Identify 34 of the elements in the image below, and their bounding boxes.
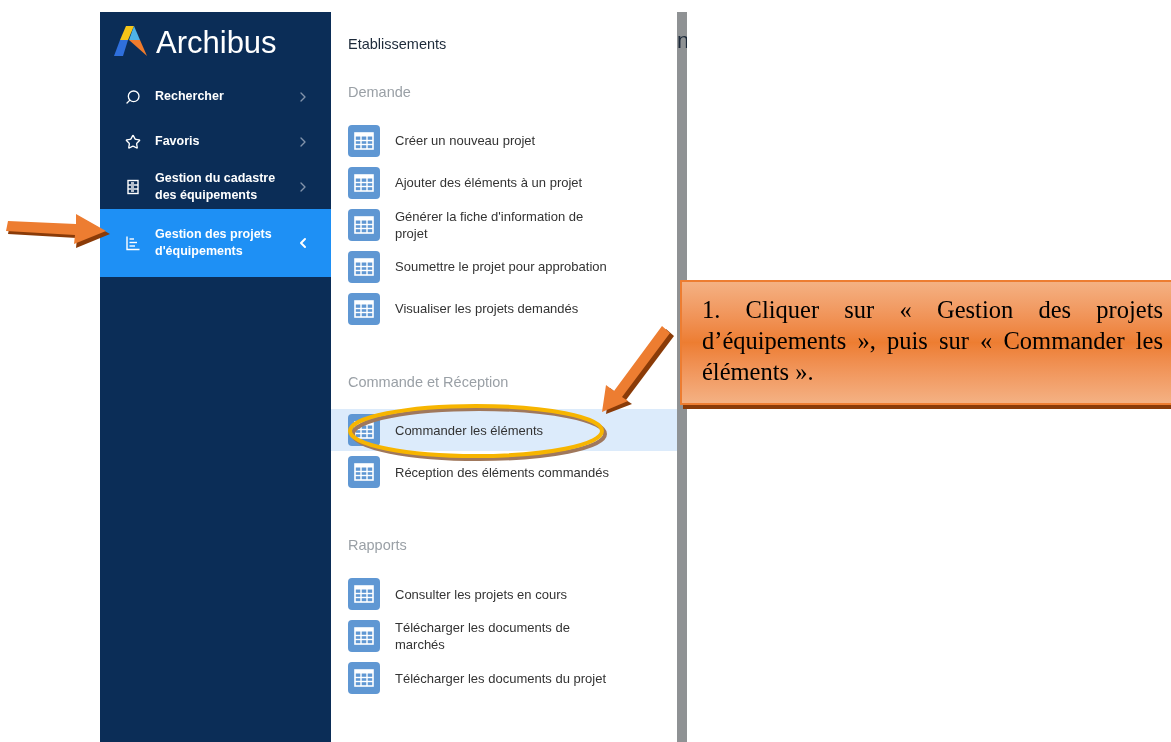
section-heading: Commande et Réception [347,372,510,392]
menu-item[interactable]: Télécharger les documents de marchés [331,615,677,657]
page-heading-fragment: n [677,30,687,52]
table-icon [348,620,380,652]
nav-item[interactable]: Gestion du cadastre des équipements [100,164,331,209]
bar-chart-icon [125,235,141,251]
table-icon [348,662,380,694]
section-heading: Rapports [347,536,408,556]
menu-item[interactable]: Télécharger les documents du projet [331,657,677,699]
table-icon [348,250,380,283]
menu-item[interactable]: Réception des éléments commandés [331,451,677,494]
menu-item[interactable]: Consulter les projets en cours [331,573,677,615]
menu-item[interactable]: Créer un nouveau projet [331,119,677,162]
logo-text: Archibus [156,26,277,58]
flyout-title: Etablissements [347,35,448,54]
table-icon [348,124,380,157]
nav-item[interactable]: Favoris [100,119,331,164]
table-icon [348,292,380,325]
table-icon [348,456,380,489]
arrow-icon [600,324,674,416]
table-icon [348,166,380,199]
arrow-icon [6,212,112,248]
menu-item[interactable]: Générer la fiche d'information de projet [331,203,677,246]
menu-item[interactable]: Visualiser les projets demandés [331,287,677,330]
star-icon [125,133,141,150]
section-heading: Demande [347,82,412,102]
menu-item[interactable]: Ajouter des éléments à un projet [331,161,677,204]
table-icon [348,208,380,241]
logo-icon [114,26,148,58]
search-icon [125,88,141,105]
menu-item[interactable]: Soumettre le projet pour approbation [331,245,677,288]
nav-item[interactable]: Rechercher [100,74,331,119]
cabinet-icon [125,178,141,195]
table-icon [348,578,380,610]
